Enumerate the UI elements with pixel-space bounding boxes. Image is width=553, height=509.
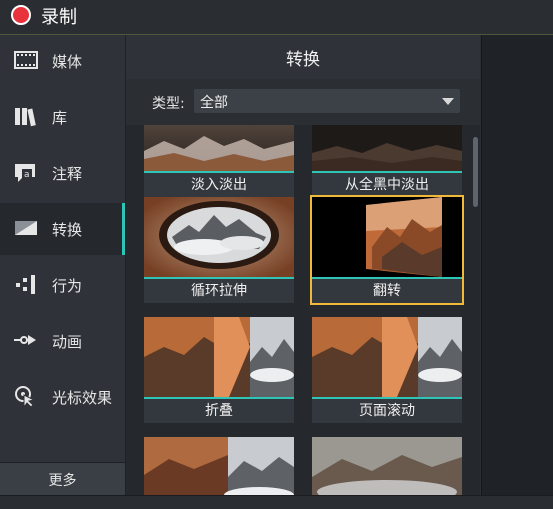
sidebar-item-label: 注释 — [52, 165, 83, 183]
thumbnail — [144, 125, 294, 171]
tile-label: 页面滚动 — [312, 399, 462, 423]
library-icon — [15, 108, 36, 127]
thumbnail — [144, 317, 294, 397]
transition-tile-fade-through-black[interactable]: 从全黑中淡出 — [312, 125, 462, 197]
transition-grid: 淡入淡出 从全黑中淡出 循环拉伸 翻转 折叠 页面滚动 — [126, 125, 472, 495]
transition-icon — [15, 221, 37, 235]
annotation-icon: a — [15, 164, 35, 182]
behavior-icon — [16, 275, 35, 294]
transition-tile-page-roll[interactable]: 页面滚动 — [312, 317, 462, 423]
sidebar-item-label: 库 — [52, 109, 68, 127]
scrollbar-thumb[interactable] — [473, 137, 478, 207]
tile-label: 折叠 — [144, 399, 294, 423]
sidebar-item-media[interactable]: 媒体 — [0, 35, 125, 87]
preview-pane — [481, 35, 553, 495]
animation-icon — [14, 335, 36, 345]
more-button-label: 更多 — [48, 473, 77, 489]
transition-tile-flip[interactable]: 翻转 — [310, 195, 464, 305]
thumbnail — [312, 317, 462, 397]
sidebar-item-label: 转换 — [52, 221, 83, 239]
transition-tile-circle-stretch[interactable]: 循环拉伸 — [144, 197, 294, 303]
title-bar: 录制 — [0, 0, 553, 35]
sidebar-item-label: 行为 — [52, 277, 83, 295]
type-filter-label: 类型: — [152, 96, 185, 112]
transitions-panel: 转换 类型: 全部 淡入淡出 从全黑中淡出 循环拉伸 翻转 折叠 页面滚动 — [126, 35, 480, 495]
thumbnail — [312, 197, 462, 277]
sidebar-item-library[interactable]: 库 — [0, 91, 125, 143]
bottom-strip — [0, 495, 553, 509]
sidebar-item-label: 媒体 — [52, 53, 83, 71]
transition-tile-partial[interactable] — [312, 437, 462, 495]
tile-label: 淡入淡出 — [144, 173, 294, 197]
svg-text:a: a — [24, 170, 30, 180]
record-icon[interactable] — [11, 5, 31, 25]
sidebar-item-label: 光标效果 — [52, 389, 113, 407]
app-title: 录制 — [41, 7, 77, 28]
transition-tile-fold[interactable]: 折叠 — [144, 317, 294, 423]
tile-label: 翻转 — [312, 279, 462, 303]
scrollbar[interactable] — [472, 125, 480, 495]
type-filter-select[interactable]: 全部 — [194, 89, 460, 113]
sidebar-item-annotations[interactable]: a 注释 — [0, 147, 125, 199]
thumbnail — [144, 437, 294, 495]
tile-label: 循环拉伸 — [144, 279, 294, 303]
panel-header: 转换 — [126, 35, 480, 79]
sidebar-item-transitions[interactable]: 转换 — [0, 203, 125, 255]
film-icon — [14, 51, 38, 69]
chevron-down-icon — [442, 98, 454, 105]
sidebar-item-label: 动画 — [52, 333, 83, 351]
more-button[interactable]: 更多 — [0, 462, 125, 495]
tile-label: 从全黑中淡出 — [312, 173, 462, 197]
transition-tile-partial[interactable] — [144, 437, 294, 495]
sidebar-item-animations[interactable]: 动画 — [0, 315, 125, 367]
sidebar: 媒体 库 a 注释 转换 行为 动画 光标效果 更多 — [0, 35, 126, 508]
transition-tile-fade[interactable]: 淡入淡出 — [144, 125, 294, 197]
cursor-effect-icon — [15, 386, 36, 407]
thumbnail — [312, 125, 462, 171]
type-filter-value: 全部 — [200, 95, 228, 111]
thumbnail — [312, 437, 462, 495]
sidebar-item-cursor-effects[interactable]: 光标效果 — [0, 371, 125, 423]
thumbnail — [144, 197, 294, 277]
filter-row: 类型: 全部 — [126, 79, 480, 125]
panel-title: 转换 — [286, 50, 320, 70]
sidebar-item-behaviors[interactable]: 行为 — [0, 259, 125, 311]
